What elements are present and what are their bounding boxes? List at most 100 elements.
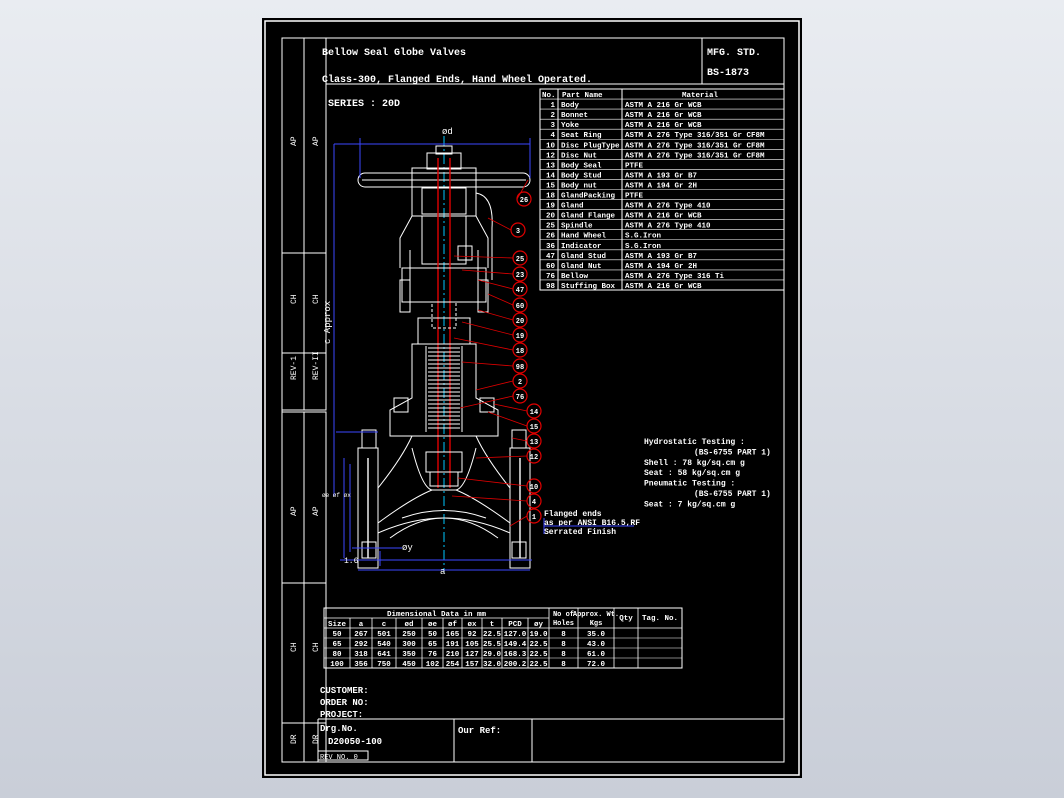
mfg-std-label: MFG. STD.	[707, 48, 761, 59]
mfg-std-value: BS-1873	[707, 68, 749, 79]
c-approx-label: c Approx	[323, 301, 333, 344]
tag-header: Tag. No.	[642, 615, 678, 623]
parts-row-no: 13	[546, 162, 556, 170]
callout-number: 23	[516, 272, 524, 280]
flange-note-line-1: Flanged ends	[544, 510, 602, 519]
parts-row-material: ASTM A 194 Gr 2H	[625, 182, 697, 190]
callout-number: 47	[516, 287, 524, 295]
dim-cell: 61.0	[587, 651, 606, 659]
parts-row-name: Gland Nut	[561, 263, 602, 271]
parts-row-no: 14	[546, 172, 556, 180]
order-label: ORDER NO:	[320, 698, 369, 708]
parts-row-material: ASTM A 216 Gr WCB	[625, 213, 702, 221]
customer-label: CUSTOMER:	[320, 686, 369, 696]
parts-table: No. Part Name Material 1 Body ASTM A 216 Gr W…	[539, 88, 785, 291]
dim-header: øe	[428, 621, 438, 629]
dim-cell: 50	[428, 631, 438, 639]
cad-drawing: AP AP CH CH REV-1 REV-II AP AP CH CH DR DR Bellow S…	[264, 20, 800, 776]
title-line-2: Class-300, Flanged Ends, Hand Wheel Oper…	[322, 74, 592, 86]
parts-row-name: Bellow	[561, 273, 589, 281]
flange-note-line-3: Serrated Finish	[544, 528, 616, 537]
dim-cell: 50	[332, 631, 342, 639]
parts-header-material: Material	[682, 92, 719, 100]
callout-number: 3	[516, 228, 520, 236]
dim-header: c	[382, 621, 387, 629]
strip-label: CH	[312, 642, 321, 652]
dim-cell: 165	[446, 631, 460, 639]
parts-row-no: 15	[546, 182, 556, 190]
dim-cell: 80	[332, 651, 342, 659]
parts-row-name: Gland	[561, 203, 584, 211]
dim-1-6-label: 1.6	[344, 557, 359, 566]
dim-cell: 450	[402, 661, 416, 669]
parts-row-material: ASTM A 216 Gr WCB	[625, 102, 702, 110]
parts-row-material: ASTM A 193 Gr B7	[625, 253, 697, 261]
dim-table-title: Dimensional Data in mm	[387, 611, 487, 619]
parts-row-name: Seat Ring	[561, 132, 602, 140]
our-ref-label: Our Ref:	[458, 726, 501, 736]
dim-cell: 65	[428, 641, 438, 649]
dim-cell: 35.0	[587, 631, 606, 639]
parts-row-material: ASTM A 194 Gr 2H	[625, 263, 697, 271]
strip-label: DR	[290, 734, 299, 744]
strip-label: AP	[312, 136, 321, 146]
parts-row-no: 18	[546, 193, 556, 201]
dim-cell: 200.2	[504, 661, 527, 669]
rev-no-label: REV NO. 0	[320, 754, 358, 762]
parts-row-name: Spindle	[561, 223, 593, 231]
qty-header: Qty	[619, 615, 633, 623]
testing-notes: Hydrostatic Testing :(BS-6755 PART 1)She…	[644, 438, 771, 509]
od-label: ød	[442, 127, 453, 137]
callout-number: 76	[516, 394, 524, 402]
dim-header: a	[359, 621, 364, 629]
callout-number: 12	[530, 454, 538, 462]
dim-cell: 105	[465, 641, 479, 649]
parts-row-no: 2	[550, 112, 555, 120]
testing-line: Pneumatic Testing :	[644, 480, 735, 489]
dim-cell: 127	[465, 651, 479, 659]
dim-cell: 100	[330, 661, 344, 669]
strip-label: DR	[312, 734, 321, 744]
flange-note-line-2: as per ANSI B16.5,RF	[544, 519, 640, 528]
dim-cell: 8	[561, 651, 566, 659]
testing-line: (BS-6755 PART 1)	[694, 448, 771, 457]
strip-label: REV-II	[312, 351, 321, 380]
strip-label: REV-1	[290, 356, 299, 380]
parts-row-name: Disc PlugType	[561, 142, 620, 150]
svg-text:øe øf øx: øe øf øx	[322, 492, 351, 499]
testing-line: (BS-6755 PART 1)	[694, 490, 771, 499]
strip-label: AP	[312, 506, 321, 516]
callout-number: 20	[516, 318, 524, 326]
testing-line: Seat : 58 kg/sq.cm g	[644, 469, 740, 478]
callout-number: 13	[530, 439, 538, 447]
testing-line: Seat : 7 kg/sq.cm g	[644, 500, 735, 509]
dim-cell: 250	[402, 631, 416, 639]
dim-header: Size	[328, 621, 347, 629]
dim-cell: 318	[354, 651, 368, 659]
dim-cell: 8	[561, 661, 566, 669]
dim-cell: 356	[354, 661, 368, 669]
oy-label: øy	[402, 543, 413, 553]
dim-cell: 210	[446, 651, 460, 659]
series-label: SERIES : 20D	[328, 99, 400, 110]
dim-cell: 750	[377, 661, 391, 669]
dim-cell: 92	[467, 631, 477, 639]
holes-header: No of	[553, 611, 574, 619]
parts-row-material: S.G.Iron	[625, 233, 662, 241]
callout-number: 4	[532, 499, 536, 507]
weight-header: Kgs	[590, 620, 603, 628]
parts-row-material: ASTM A 276 Type 316/351 Gr CF8M	[625, 152, 765, 160]
parts-row-name: GlandPacking	[561, 193, 616, 201]
dim-cell: 76	[428, 651, 438, 659]
callout-number: 2	[518, 379, 522, 387]
dim-cell: 191	[446, 641, 460, 649]
flange-note: Flanged ends as per ANSI B16.5,RF Serrat…	[543, 510, 640, 537]
dim-cell: 157	[465, 661, 479, 669]
parts-row-material: ASTM A 193 Gr B7	[625, 172, 697, 180]
parts-row-no: 19	[546, 203, 556, 211]
dim-cell: 29.0	[483, 651, 502, 659]
dim-cell: 641	[377, 651, 391, 659]
parts-header-no: No.	[542, 92, 556, 100]
parts-row-no: 20	[546, 213, 556, 221]
callout-number: 10	[530, 484, 538, 492]
